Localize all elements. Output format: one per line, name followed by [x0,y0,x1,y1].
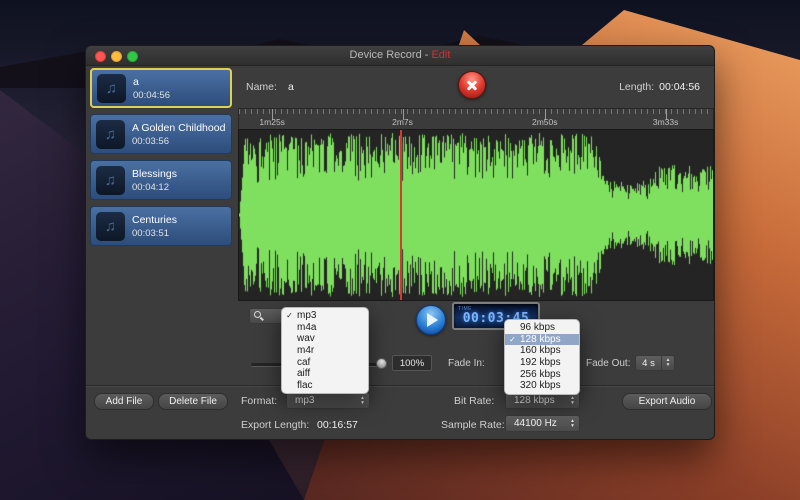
fade-out-label: Fade Out: [586,358,631,369]
track-name: Blessings [132,167,177,180]
titlebar: Device Record - Edit [86,46,714,66]
menu-item-label: m4r [297,345,315,357]
menu-item-caf[interactable]: caf [282,356,368,368]
zoom-window-button[interactable] [127,51,138,62]
length-label: Length: [619,81,655,93]
menu-item-label: flac [297,379,313,391]
track-duration: 00:04:12 [132,181,169,193]
playhead[interactable] [400,130,403,300]
check-icon: ✓ [509,334,516,344]
format-label: Format: [241,395,278,407]
play-icon [427,313,438,327]
menu-item-label: caf [297,356,311,368]
bitrate-menu: 96 kbps ✓ 128 kbps 160 kbps 192 kbps 256 … [504,319,580,395]
menu-item-320kbps[interactable]: 320 kbps [505,380,579,392]
menu-item-flac[interactable]: flac [282,380,368,392]
sample-rate-value: 44100 Hz [514,418,557,429]
popup-arrows-icon: ▴ ▾ [571,417,574,429]
menu-item-128kbps[interactable]: ✓ 128 kbps [505,333,579,346]
length-readout: Length: 00:04:56 [619,81,700,93]
track-name: a [133,75,139,88]
fade-in-label: Fade In: [448,358,485,369]
fade-out-stepper[interactable]: 4 s ▴ ▾ [635,355,675,371]
menu-item-label: 320 kbps [520,380,561,392]
menu-item-label: mp3 [297,310,317,322]
format-dropdown[interactable]: mp3 ▴ ▾ [286,392,370,409]
waveform-panel[interactable] [238,129,714,301]
name-value: a [288,81,294,93]
music-note-icon: ♫ [96,211,125,241]
track-name: A Golden Childhood [132,121,226,134]
close-window-button[interactable] [95,51,106,62]
menu-item-256kbps[interactable]: 256 kbps [505,368,579,380]
check-icon: ✓ [286,311,293,321]
menu-item-96kbps[interactable]: 96 kbps [505,322,579,334]
ruler-label: 2m7s [392,117,413,127]
add-file-button[interactable]: Add File [94,393,154,410]
track-list-item[interactable]: ♫ a 00:04:56 [90,68,232,108]
play-button[interactable] [416,305,446,335]
track-name: Centuries [132,213,177,226]
menu-item-label: 128 kbps [520,333,561,345]
fade-out-value: 4 s [642,357,655,369]
popup-arrows-icon: ▴ ▾ [361,394,364,406]
ruler-label: 3m33s [652,117,679,127]
track-list-item[interactable]: ♫ Blessings 00:04:12 [90,160,232,200]
minimize-window-button[interactable] [111,51,122,62]
sample-rate-dropdown[interactable]: 44100 Hz ▴ ▾ [505,415,580,432]
menu-item-mp3[interactable]: ✓ mp3 [282,310,368,322]
bitrate-value: 128 kbps [514,395,555,406]
name-label: Name: [246,81,277,93]
export-length-value: 00:16:57 [317,419,358,431]
stepper-arrows-icon[interactable]: ▴▾ [661,356,674,370]
timeline-ruler: 1m25s 2m7s 2m50s 3m33s [238,108,714,129]
delete-file-button[interactable]: Delete File [158,393,228,410]
menu-item-label: 256 kbps [520,368,561,380]
track-duration: 00:04:56 [133,89,170,101]
window-title-edit: Edit [431,49,451,61]
menu-item-m4r[interactable]: m4r [282,345,368,357]
window-title: Device Record - Edit [349,49,451,61]
menu-item-wav[interactable]: wav [282,333,368,345]
waveform-canvas[interactable] [239,130,713,300]
menu-item-aiff[interactable]: aiff [282,368,368,380]
format-menu: ✓ mp3 m4a wav m4r caf aiff flac [281,307,369,395]
popup-arrows-icon: ▴ ▾ [571,394,574,406]
app-window: Device Record - Edit ♫ a 00:04:56 ♫ A Gol… [85,45,715,440]
sample-rate-label: Sample Rate: [441,419,505,431]
ruler-label: 2m50s [531,117,558,127]
track-duration: 00:03:56 [132,135,169,147]
music-note-icon: ♫ [96,119,125,149]
music-note-icon: ♫ [97,73,126,103]
format-value: mp3 [295,395,315,406]
zoom-value: 100% [392,355,432,371]
menu-item-label: 160 kbps [520,345,561,357]
length-value: 00:04:56 [659,81,700,93]
menu-item-192kbps[interactable]: 192 kbps [505,357,579,369]
music-note-icon: ♫ [96,165,125,195]
bitrate-label: Bit Rate: [454,395,495,407]
bottom-divider [86,385,714,387]
track-duration: 00:03:51 [132,227,169,239]
ruler-label: 1m25s [259,117,285,127]
menu-item-label: m4a [297,321,317,333]
menu-item-m4a[interactable]: m4a [282,322,368,334]
menu-item-160kbps[interactable]: 160 kbps [505,345,579,357]
track-list-item[interactable]: ♫ A Golden Childhood 00:03:56 [90,114,232,154]
export-length-label: Export Length: [241,419,310,431]
menu-item-label: wav [297,333,315,345]
magnifier-icon [254,311,264,321]
menu-item-label: aiff [297,368,311,380]
export-audio-button[interactable]: Export Audio [622,393,712,410]
ruler-ticks [239,109,713,114]
menu-item-label: 96 kbps [520,322,556,334]
track-list-item[interactable]: ♫ Centuries 00:03:51 [90,206,232,246]
zoom-slider-thumb[interactable] [376,358,387,369]
menu-item-label: 192 kbps [520,357,561,369]
delete-selection-button[interactable] [458,71,486,99]
